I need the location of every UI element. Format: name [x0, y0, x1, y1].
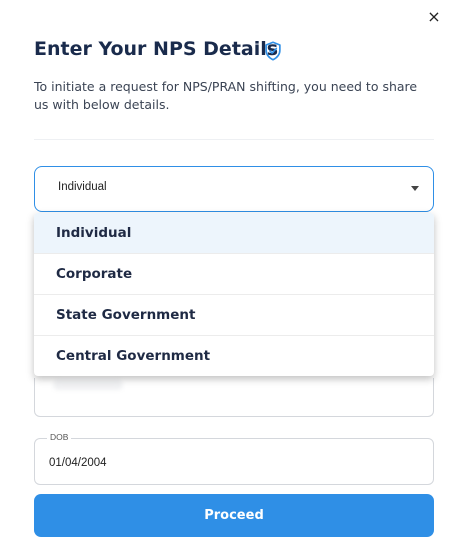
shield-check-icon	[265, 41, 281, 61]
obscured-input-field[interactable]	[34, 378, 434, 417]
dob-label: DOB	[47, 432, 72, 442]
category-select-value: Individual	[58, 181, 107, 193]
dob-value: 01/04/2004	[49, 457, 107, 469]
divider	[34, 139, 434, 140]
modal-title: Enter Your NPS Details	[34, 38, 279, 60]
caret-up-icon	[411, 186, 419, 191]
option-state-government[interactable]: State Government	[34, 294, 434, 334]
option-individual[interactable]: Individual	[34, 213, 434, 253]
close-icon[interactable]: ×	[424, 7, 444, 27]
redacted-value	[53, 380, 123, 390]
modal-subtitle: To initiate a request for NPS/PRAN shift…	[34, 79, 418, 112]
option-central-government[interactable]: Central Government	[34, 335, 434, 375]
category-dropdown-menu: Individual Corporate State Government Ce…	[34, 213, 434, 376]
category-select[interactable]: Individual	[34, 166, 434, 212]
dob-field[interactable]: DOB 01/04/2004	[34, 432, 434, 485]
option-corporate[interactable]: Corporate	[34, 253, 434, 293]
proceed-button[interactable]: Proceed	[34, 494, 434, 537]
